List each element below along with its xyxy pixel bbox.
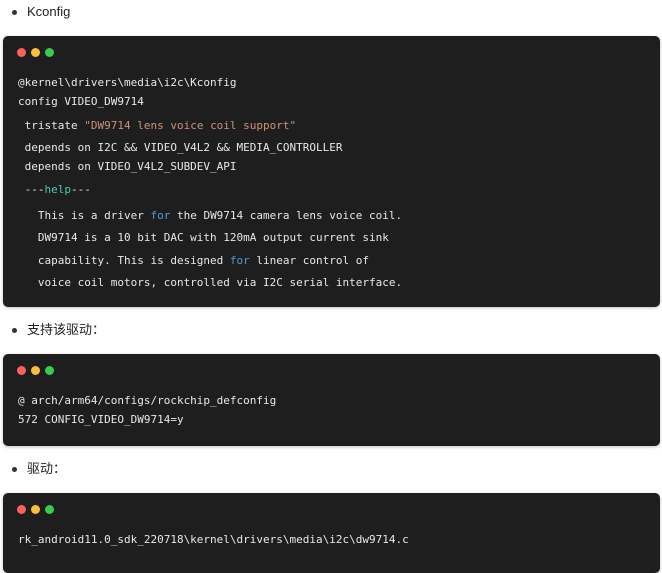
keyword: for <box>229 254 250 267</box>
code-block-defconfig: @ arch/arm64/configs/rockchip_defconfig … <box>3 354 660 446</box>
green-dot-icon <box>45 366 54 375</box>
bullet-kconfig: Kconfig <box>12 4 70 20</box>
code-block-kconfig: @kernel\drivers\media\i2c\Kconfig config… <box>3 36 660 307</box>
keyword: for <box>150 209 171 222</box>
bullet-dot-icon <box>12 466 17 472</box>
green-dot-icon <box>45 505 54 514</box>
code-line: tristate "DW9714 lens voice coil support… <box>18 119 297 132</box>
code-line: capability. This is designed for linear … <box>18 254 370 267</box>
bullet-driver: 驱动： <box>12 461 66 477</box>
code-block-source-path: rk_android11.0_sdk_220718\kernel\drivers… <box>3 493 660 573</box>
code-content: @kernel\drivers\media\i2c\Kconfig config… <box>18 36 402 289</box>
code-line: depends on I2C && VIDEO_V4L2 && MEDIA_CO… <box>18 141 343 154</box>
code-line: rk_android11.0_sdk_220718\kernel\drivers… <box>18 533 409 546</box>
code-line: @kernel\drivers\media\i2c\Kconfig <box>18 76 237 89</box>
code-line: 572 CONFIG_VIDEO_DW9714=y <box>18 413 184 426</box>
green-dot-icon <box>45 48 54 57</box>
bullet-dot-icon <box>12 9 17 15</box>
code-line: ---help--- <box>18 183 91 196</box>
code-content: rk_android11.0_sdk_220718\kernel\drivers… <box>18 493 409 546</box>
code-line: DW9714 is a 10 bit DAC with 120mA output… <box>18 231 389 244</box>
string-literal: "DW9714 lens voice coil support" <box>84 119 297 132</box>
bullet-dot-icon <box>12 327 17 333</box>
bullet-label: 支持该驱动： <box>27 322 106 337</box>
bullet-support-driver: 支持该驱动： <box>12 322 105 338</box>
bullet-label: Kconfig <box>27 4 71 19</box>
code-line: @ arch/arm64/configs/rockchip_defconfig <box>18 394 277 407</box>
code-line: depends on VIDEO_V4L2_SUBDEV_API <box>18 160 237 173</box>
code-line: This is a driver for the DW9714 camera l… <box>18 209 403 222</box>
help-keyword: help <box>44 183 72 196</box>
code-line: voice coil motors, controlled via I2C se… <box>18 276 403 289</box>
bullet-label: 驱动： <box>27 461 67 476</box>
code-content: @ arch/arm64/configs/rockchip_defconfig … <box>18 354 276 426</box>
code-line: config VIDEO_DW9714 <box>18 95 144 108</box>
